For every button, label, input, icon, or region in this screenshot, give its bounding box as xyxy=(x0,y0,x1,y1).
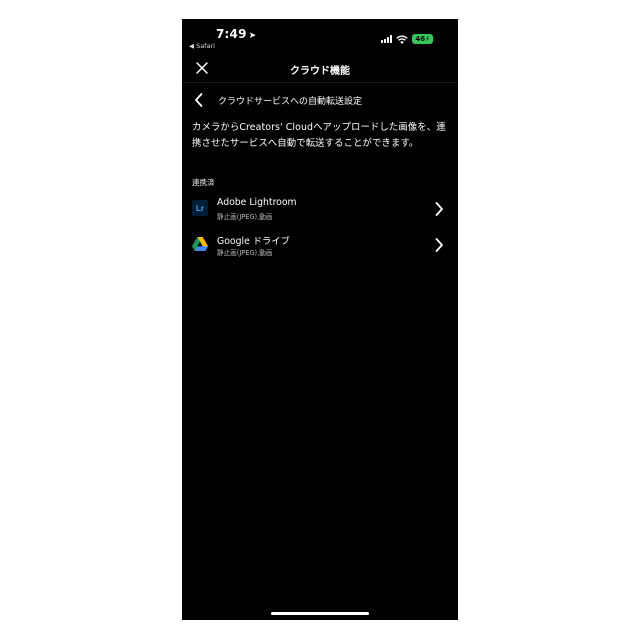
service-subtitle: 静止画(JPEG),動画 xyxy=(217,249,273,257)
cellular-signal-icon xyxy=(381,35,393,43)
status-indicators: 46⚡ xyxy=(381,34,433,44)
location-icon: ➤ xyxy=(248,31,257,41)
phone-screen: 7:49 ➤ ◀ Safari 46⚡ クラウド機能 クラウドサービスへの自動転送… xyxy=(182,19,458,620)
chevron-left-icon xyxy=(195,93,203,107)
home-indicator[interactable] xyxy=(271,612,369,615)
chevron-right-icon xyxy=(435,202,443,216)
sub-header-title: クラウドサービスへの自動転送設定 xyxy=(218,96,363,107)
nav-bar: クラウド機能 xyxy=(182,57,458,81)
battery-indicator: 46⚡ xyxy=(412,34,433,44)
charging-icon: ⚡ xyxy=(425,35,430,43)
wifi-icon xyxy=(396,35,409,44)
lightroom-icon-text: Lr xyxy=(196,203,204,213)
back-button[interactable] xyxy=(194,91,208,109)
service-subtitle: 静止画(JPEG),動画 xyxy=(217,213,273,221)
service-name: Adobe Lightroom xyxy=(217,197,297,208)
time-text: 7:49 xyxy=(216,27,247,41)
lightroom-icon: Lr xyxy=(192,200,208,216)
description-text: カメラからCreators' Cloudへアップロードした画像を、連携させたサー… xyxy=(192,122,446,149)
status-time: 7:49 ➤ xyxy=(216,27,256,41)
service-name: Google ドライブ xyxy=(217,236,290,247)
page-title: クラウド機能 xyxy=(290,66,350,77)
section-label-linked: 連携済 xyxy=(192,178,215,187)
battery-level: 46 xyxy=(415,35,426,43)
google-drive-icon xyxy=(192,237,208,251)
back-to-app-link[interactable]: ◀ Safari xyxy=(189,42,215,50)
list-item-google-drive[interactable]: Google ドライブ 静止画(JPEG),動画 xyxy=(182,231,458,261)
chevron-right-icon xyxy=(435,238,443,252)
header-divider xyxy=(182,82,458,83)
sub-header: クラウドサービスへの自動転送設定 xyxy=(194,91,362,109)
list-item-adobe-lightroom[interactable]: Lr Adobe Lightroom 静止画(JPEG),動画 xyxy=(182,195,458,225)
